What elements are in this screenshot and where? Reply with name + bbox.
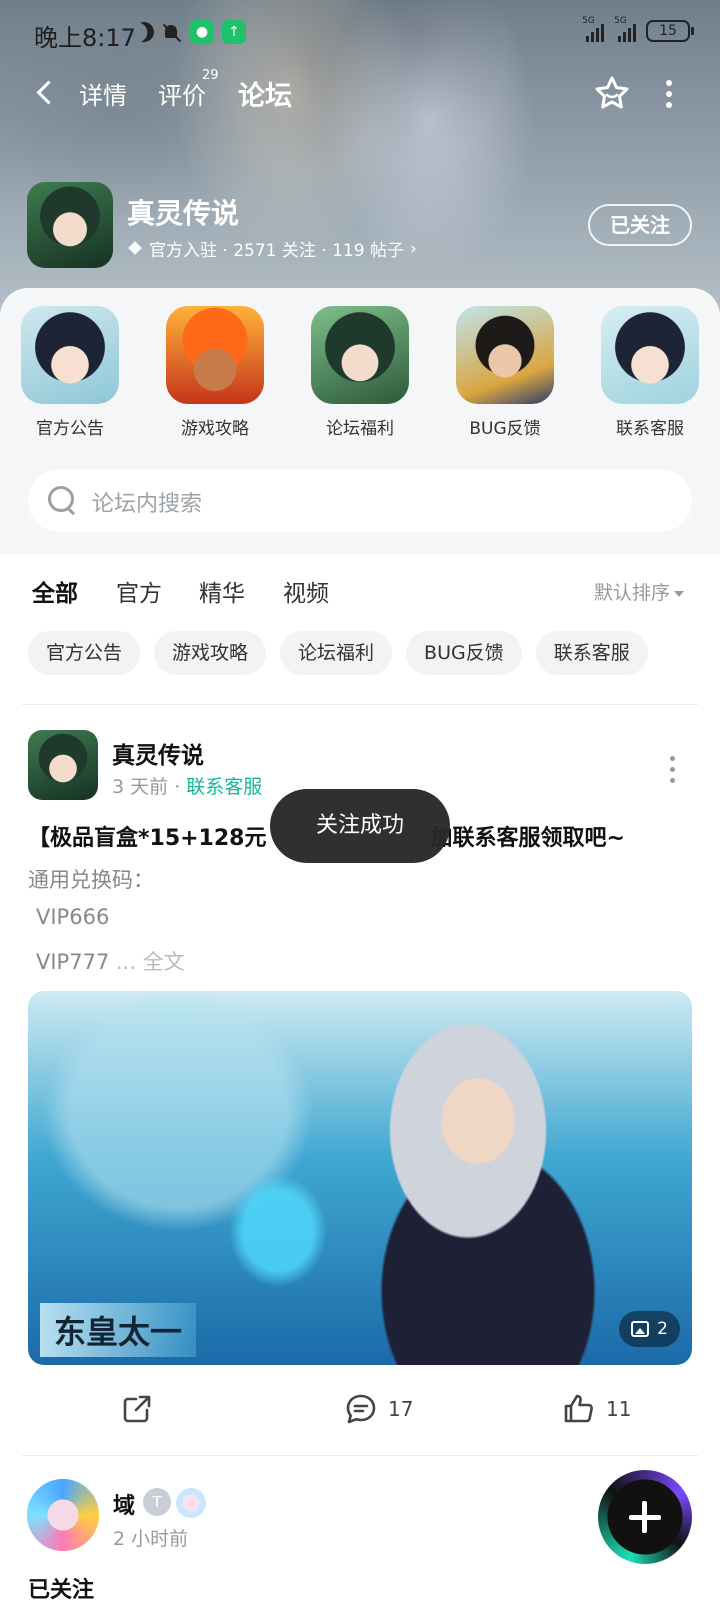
category-label: BUG反馈: [469, 419, 541, 439]
feed-tab-featured[interactable]: 精华: [199, 574, 245, 608]
upload-icon: ↑: [222, 20, 246, 44]
comment-button[interactable]: 17: [344, 1392, 413, 1426]
category-icon: [456, 306, 554, 404]
like-count: 11: [606, 1397, 632, 1421]
tab-reviews[interactable]: 评价: [158, 76, 206, 111]
share-button[interactable]: [120, 1392, 154, 1426]
search-placeholder: 论坛内搜索: [92, 492, 203, 517]
status-time: 晚上8:17: [34, 24, 136, 52]
chevron-right-icon: ›: [409, 238, 417, 259]
follow-button[interactable]: 已关注: [588, 204, 692, 246]
post-author-name[interactable]: 真灵传说: [112, 736, 204, 770]
category-forum-welfare[interactable]: 论坛福利: [300, 306, 420, 439]
post-title[interactable]: 已关注: [28, 1572, 94, 1600]
post-tag[interactable]: 联系客服: [186, 776, 262, 798]
tab-forum[interactable]: 论坛: [238, 74, 292, 113]
top-nav: 详情 评价 29 论坛: [0, 66, 720, 122]
game-avatar[interactable]: [27, 182, 113, 268]
game-meta[interactable]: 官方入驻 · 2571 关注 · 119 帖子 ›: [127, 236, 417, 262]
feed-tabs: 全部 官方 精华 视频 默认排序: [0, 570, 720, 610]
category-label: 官方公告: [36, 419, 104, 439]
post-meta: 3 天前 · 联系客服: [112, 772, 262, 799]
category-official-notice[interactable]: 官方公告: [10, 306, 130, 439]
image-count: 2: [657, 1319, 668, 1339]
category-icon: [166, 306, 264, 404]
game-meta-text: 官方入驻 · 2571 关注 · 119 帖子: [149, 241, 404, 261]
post-body-line: VIP666: [36, 905, 110, 929]
caret-down-icon: [674, 590, 684, 597]
feed-tab-official[interactable]: 官方: [116, 574, 162, 608]
thumbs-up-icon: [564, 1394, 593, 1423]
post-image[interactable]: 东皇太一 2: [28, 991, 692, 1365]
search-icon: [48, 486, 78, 516]
chip-bug-feedback[interactable]: BUG反馈: [406, 631, 522, 675]
share-icon: [123, 1395, 151, 1423]
post-time: 3 天前: [112, 776, 169, 798]
moon-icon: [130, 18, 157, 45]
image-caption: 东皇太一: [40, 1303, 197, 1357]
divider: [22, 1455, 698, 1456]
category-row: 官方公告 游戏攻略 论坛福利 BUG反馈 联系客服: [0, 306, 720, 446]
create-post-button[interactable]: [598, 1470, 692, 1564]
mute-icon: [162, 22, 182, 42]
post-body-text: VIP777: [36, 950, 110, 974]
chip-contact-support[interactable]: 联系客服: [535, 631, 648, 675]
battery-icon: 15: [646, 20, 694, 42]
tab-details[interactable]: 详情: [79, 76, 127, 111]
category-icon: [311, 306, 409, 404]
chip-game-guide[interactable]: 游戏攻略: [154, 631, 267, 675]
sort-dropdown[interactable]: 默认排序: [594, 578, 684, 605]
post-title-left: 【极品盲盒*15+128元: [28, 826, 267, 851]
reviews-count-badge: 29: [202, 68, 219, 83]
category-game-guide[interactable]: 游戏攻略: [155, 306, 275, 439]
signal-icon: 5G: [614, 16, 636, 42]
category-contact-support[interactable]: 联系客服: [590, 306, 710, 439]
meta-separator: ·: [174, 776, 187, 798]
status-icons-right: 5G 5G 15: [582, 16, 694, 42]
category-icon: [601, 306, 699, 404]
user-level-badge: T: [143, 1488, 171, 1516]
category-label: 联系客服: [616, 419, 684, 439]
divider: [22, 704, 698, 705]
post-author-avatar[interactable]: [28, 730, 98, 800]
chip-forum-welfare[interactable]: 论坛福利: [280, 631, 393, 675]
post-body-line: VIP777 ... 全文: [36, 946, 185, 976]
category-icon: [21, 306, 119, 404]
star-favorite-icon[interactable]: [593, 74, 631, 112]
post-body-line: 通用兑换码：: [28, 868, 154, 892]
category-label: 游戏攻略: [181, 419, 249, 439]
image-count-badge: 2: [619, 1311, 680, 1347]
signal-label: 5G: [614, 16, 627, 26]
post-author-name[interactable]: 域: [113, 1488, 135, 1520]
game-title: 真灵传说: [127, 197, 240, 230]
wechat-icon: ●: [190, 20, 214, 44]
category-label: 论坛福利: [326, 419, 394, 439]
photo-icon: [631, 1321, 650, 1337]
toast-message: 关注成功: [270, 789, 450, 863]
signal-icon: 5G: [582, 16, 604, 42]
like-button[interactable]: 11: [562, 1392, 631, 1426]
back-icon[interactable]: [30, 78, 60, 108]
status-bar: 晚上8:17 ● ↑ 5G 5G 15: [0, 0, 720, 66]
feed-tab-all[interactable]: 全部: [32, 574, 78, 608]
feed-tab-video[interactable]: 视频: [283, 574, 329, 608]
post-title-right: 加联系客服领取吧~: [430, 826, 625, 851]
post-actions: 17 11: [0, 1388, 720, 1432]
category-bug-feedback[interactable]: BUG反馈: [445, 306, 565, 439]
post-more-icon[interactable]: [670, 756, 678, 786]
status-icons-left: ● ↑: [134, 20, 246, 44]
comment-icon: [346, 1394, 376, 1424]
sort-label: 默认排序: [593, 582, 670, 604]
more-options-icon[interactable]: [664, 80, 674, 110]
user-medal-badge: [176, 1488, 206, 1518]
chip-official-notice[interactable]: 官方公告: [28, 631, 141, 675]
signal-label: 5G: [582, 16, 595, 26]
diamond-icon: [127, 242, 143, 256]
post-author-avatar[interactable]: [24, 1476, 102, 1554]
search-input[interactable]: 论坛内搜索: [28, 470, 692, 532]
read-more-link[interactable]: ... 全文: [109, 950, 185, 974]
post-time: 2 小时前: [113, 1528, 189, 1550]
filter-chips: 官方公告 游戏攻略 论坛福利 BUG反馈 联系客服: [28, 631, 648, 675]
comment-count: 17: [388, 1397, 414, 1421]
